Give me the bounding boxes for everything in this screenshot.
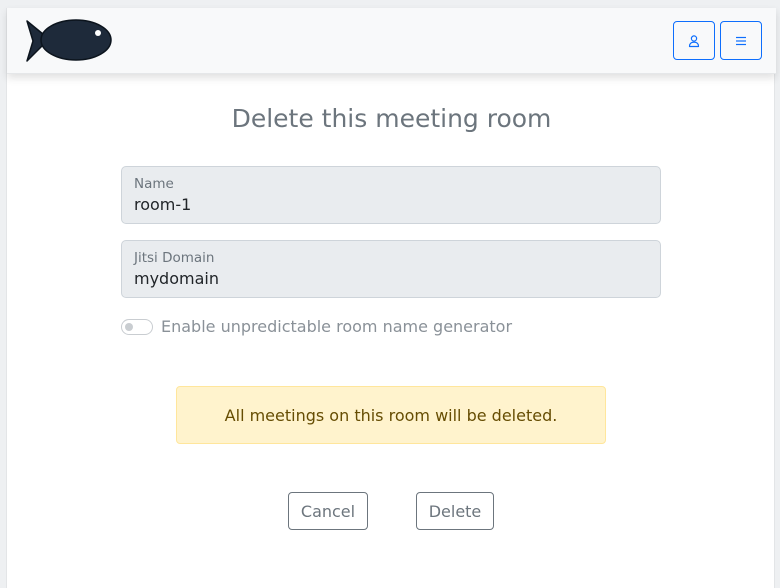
name-field-label: Name (134, 176, 174, 192)
jitsi-domain-field-value: mydomain (134, 269, 219, 288)
page-container: Delete this meeting room Name room-1 Jit… (6, 8, 776, 588)
room-name-generator-toggle-label: Enable unpredictable room name generator (161, 317, 513, 336)
warning-alert: All meetings on this room will be delete… (176, 386, 606, 444)
person-icon (688, 34, 700, 47)
navbar (7, 8, 776, 74)
page-title: Delete this meeting room (231, 104, 552, 133)
menu-button[interactable] (720, 21, 762, 60)
name-field-value: room-1 (134, 195, 192, 214)
toggle-knob (125, 323, 133, 331)
jitsi-domain-field-label: Jitsi Domain (134, 250, 215, 266)
delete-button[interactable]: Delete (416, 492, 494, 530)
jitsi-domain-field[interactable]: Jitsi Domain mydomain (121, 240, 661, 298)
fish-logo-icon[interactable] (25, 17, 113, 65)
name-field[interactable]: Name room-1 (121, 166, 661, 224)
user-button[interactable] (673, 21, 715, 60)
room-name-generator-toggle[interactable] (121, 319, 153, 335)
hamburger-menu-icon (736, 36, 746, 45)
cancel-button[interactable]: Cancel (288, 492, 368, 530)
